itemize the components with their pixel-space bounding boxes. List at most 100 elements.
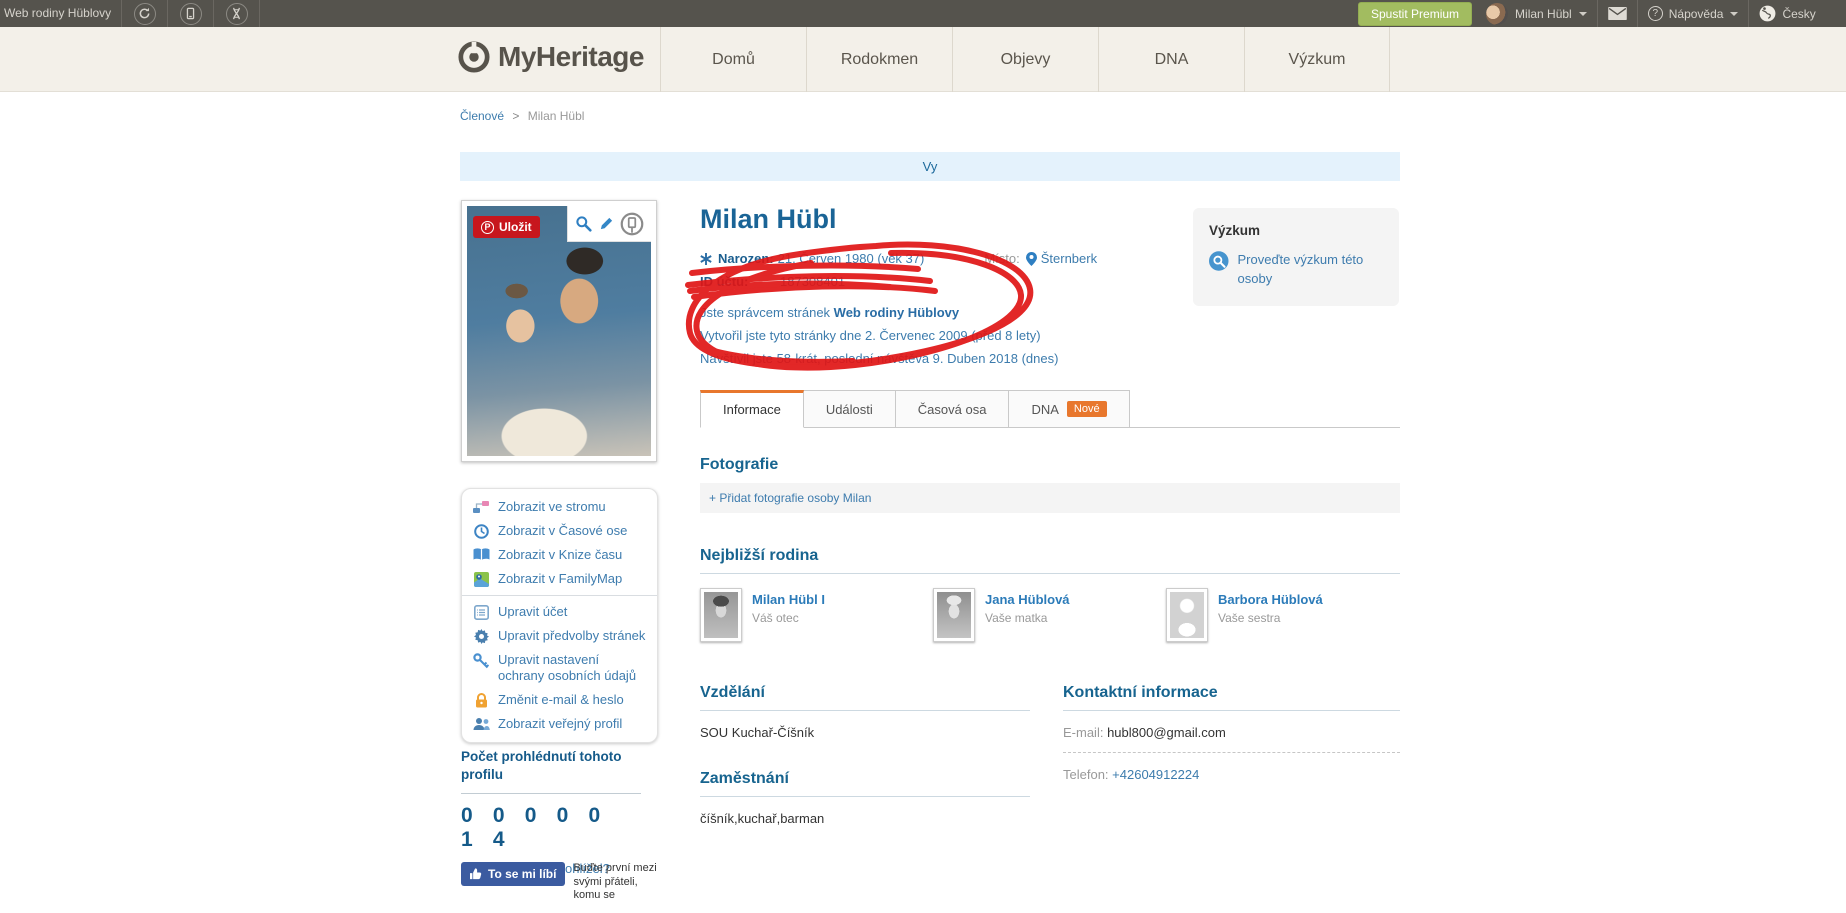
site-name: Web rodiny Hüblovy: [0, 0, 123, 27]
family-member-name-link[interactable]: Barbora Hüblová: [1218, 592, 1323, 607]
action-label: Zobrazit v FamilyMap: [498, 571, 623, 586]
breadcrumb: Členové > Milan Hübl: [460, 109, 584, 123]
action-edit-site-preferences[interactable]: Upravit předvolby stránek: [462, 624, 657, 648]
nav-item-family-tree[interactable]: Rodokmen: [806, 27, 952, 92]
people-icon: [472, 717, 490, 731]
breadcrumb-members-link[interactable]: Členové: [460, 109, 504, 123]
profile-photo-card[interactable]: P Uložit: [461, 200, 657, 462]
research-box-title: Výzkum: [1209, 223, 1261, 238]
help-label: Nápověda: [1668, 6, 1724, 21]
action-label: Zobrazit v Knize času: [498, 547, 623, 562]
breadcrumb-separator: >: [512, 109, 520, 123]
divider: [700, 796, 1030, 797]
gear-icon: [472, 629, 490, 644]
nav-item-research[interactable]: Výzkum: [1244, 27, 1390, 92]
admin-site-name: Web rodiny Hüblovy: [833, 305, 960, 320]
tab-information[interactable]: Informace: [700, 390, 804, 428]
family-member-name-link[interactable]: Milan Hübl I: [752, 592, 825, 607]
facebook-like-button[interactable]: To se mi líbí: [461, 862, 566, 886]
mail-icon: [1607, 7, 1627, 20]
email-row: E-mail: hubl800@gmail.com: [1063, 725, 1400, 740]
key-icon: [472, 653, 490, 669]
profile-photo: P Uložit: [467, 206, 651, 456]
action-view-in-timebook[interactable]: Zobrazit v Knize času: [462, 543, 657, 567]
details-columns: Vzdělání SOU Kuchař-Číšník Zaměstnání čí…: [700, 684, 1400, 826]
tab-timeline[interactable]: Časová osa: [895, 390, 1010, 428]
zoom-photo-icon[interactable]: [575, 215, 592, 232]
mobile-card-icon: [179, 2, 202, 25]
divider: [1063, 710, 1400, 711]
site-created-line: Vytvořil jste tyto stránky dne 2. Červen…: [700, 328, 1041, 343]
sync-button[interactable]: [122, 0, 169, 27]
phone-value-link[interactable]: +42604912224: [1112, 767, 1199, 782]
divider: [1596, 0, 1598, 27]
action-view-in-familymap[interactable]: Zobrazit v FamilyMap: [462, 567, 657, 591]
family-members-row: Milan Hübl I Váš otec Jana Hüblová Vaše …: [700, 588, 1400, 642]
action-label: Upravit předvolby stránek: [498, 628, 646, 643]
tab-dna[interactable]: DNA Nové: [1009, 390, 1130, 428]
premium-button[interactable]: Spustit Premium: [1358, 1, 1473, 26]
occupation-section: Zaměstnání číšník,kuchař,barman: [700, 770, 1030, 826]
profile-tabs: Informace Události Časová osa DNA Nové: [700, 390, 1400, 428]
nav-item-discoveries[interactable]: Objevy: [952, 27, 1098, 92]
user-avatar: [1486, 2, 1509, 25]
topbar-right: Spustit Premium Milan Hübl ? Nápověda Če…: [1358, 0, 1816, 27]
profile-views-title: Počet prohlédnutí tohoto profilu: [461, 749, 622, 782]
help-icon: ?: [1647, 6, 1663, 21]
occupation-value: číšník,kuchař,barman: [700, 811, 825, 826]
birth-place-link[interactable]: Šternberk: [1041, 251, 1097, 266]
action-view-public-profile[interactable]: Zobrazit veřejný profil: [462, 712, 657, 736]
family-member-relation: Vaše matka: [985, 611, 1048, 625]
language-menu[interactable]: Česky: [1759, 5, 1816, 22]
tab-label: Události: [825, 401, 873, 417]
place-label: Místo:: [984, 251, 1020, 266]
mobile-app-button[interactable]: [168, 0, 215, 27]
tab-label: DNA: [1031, 401, 1059, 417]
pinterest-save-button[interactable]: P Uložit: [473, 216, 540, 238]
family-member-name-link[interactable]: Jana Hüblová: [985, 592, 1070, 607]
map-pin-icon: [1025, 251, 1037, 266]
tab-events[interactable]: Události: [803, 390, 896, 428]
myheritage-logo-icon: [458, 41, 490, 73]
inbox-button[interactable]: [1607, 7, 1627, 20]
tab-label: Informace: [723, 401, 781, 417]
email-value: hubl800@gmail.com: [1107, 725, 1226, 740]
dna-button[interactable]: [214, 0, 261, 27]
site-visits-line: Navštívil jste 58-krát, poslední návštěv…: [700, 351, 1059, 366]
profile-actions-menu: Zobrazit ve stromu Zobrazit v Časové ose…: [461, 488, 658, 743]
you-banner: Vy: [460, 152, 1400, 181]
action-edit-privacy-settings[interactable]: Upravit nastavení ochrany osobních údajů: [462, 648, 657, 688]
new-badge: Nové: [1066, 401, 1107, 417]
chevron-down-icon: [1730, 11, 1739, 20]
action-change-email-password[interactable]: Změnit e-mail & heslo: [462, 688, 657, 712]
family-member-photo[interactable]: [700, 588, 742, 642]
user-menu[interactable]: Milan Hübl: [1486, 2, 1587, 25]
action-view-in-timeline[interactable]: Zobrazit v Časové ose: [462, 519, 657, 543]
myheritage-logo[interactable]: MyHeritage: [458, 41, 644, 73]
divider: [461, 793, 641, 794]
photo-toolbar: [567, 206, 651, 242]
action-label: Upravit účet: [498, 604, 568, 619]
add-to-tree-icon[interactable]: [620, 212, 644, 236]
family-member-photo[interactable]: [1166, 588, 1208, 642]
email-label: E-mail:: [1063, 725, 1104, 740]
family-member-photo[interactable]: [933, 588, 975, 642]
facebook-like-label: To se mi líbí: [488, 867, 557, 881]
research-link-row[interactable]: Proveďte výzkum této osoby: [1209, 250, 1383, 288]
familymap-icon: [472, 572, 490, 587]
education-title: Vzdělání: [700, 684, 765, 701]
you-banner-label: Vy: [922, 159, 938, 174]
action-edit-account[interactable]: Upravit účet: [462, 600, 657, 624]
divider: [1636, 0, 1638, 27]
help-menu[interactable]: ? Nápověda: [1647, 6, 1739, 21]
nav-item-home[interactable]: Domů: [660, 27, 806, 92]
profile-views-box: Počet prohlédnutí tohoto profilu 0 0 0 0…: [461, 748, 641, 876]
edit-photo-icon[interactable]: [599, 216, 614, 231]
photos-section-title: Fotografie: [700, 456, 779, 473]
nav-item-dna[interactable]: DNA: [1098, 27, 1244, 92]
dashed-divider: [1063, 752, 1400, 753]
user-name: Milan Hübl: [1515, 6, 1572, 21]
add-photos-link[interactable]: + Přidat fotografie osoby Milan: [709, 491, 871, 505]
mother-photo: [937, 592, 971, 638]
action-view-in-tree[interactable]: Zobrazit ve stromu: [462, 495, 657, 519]
